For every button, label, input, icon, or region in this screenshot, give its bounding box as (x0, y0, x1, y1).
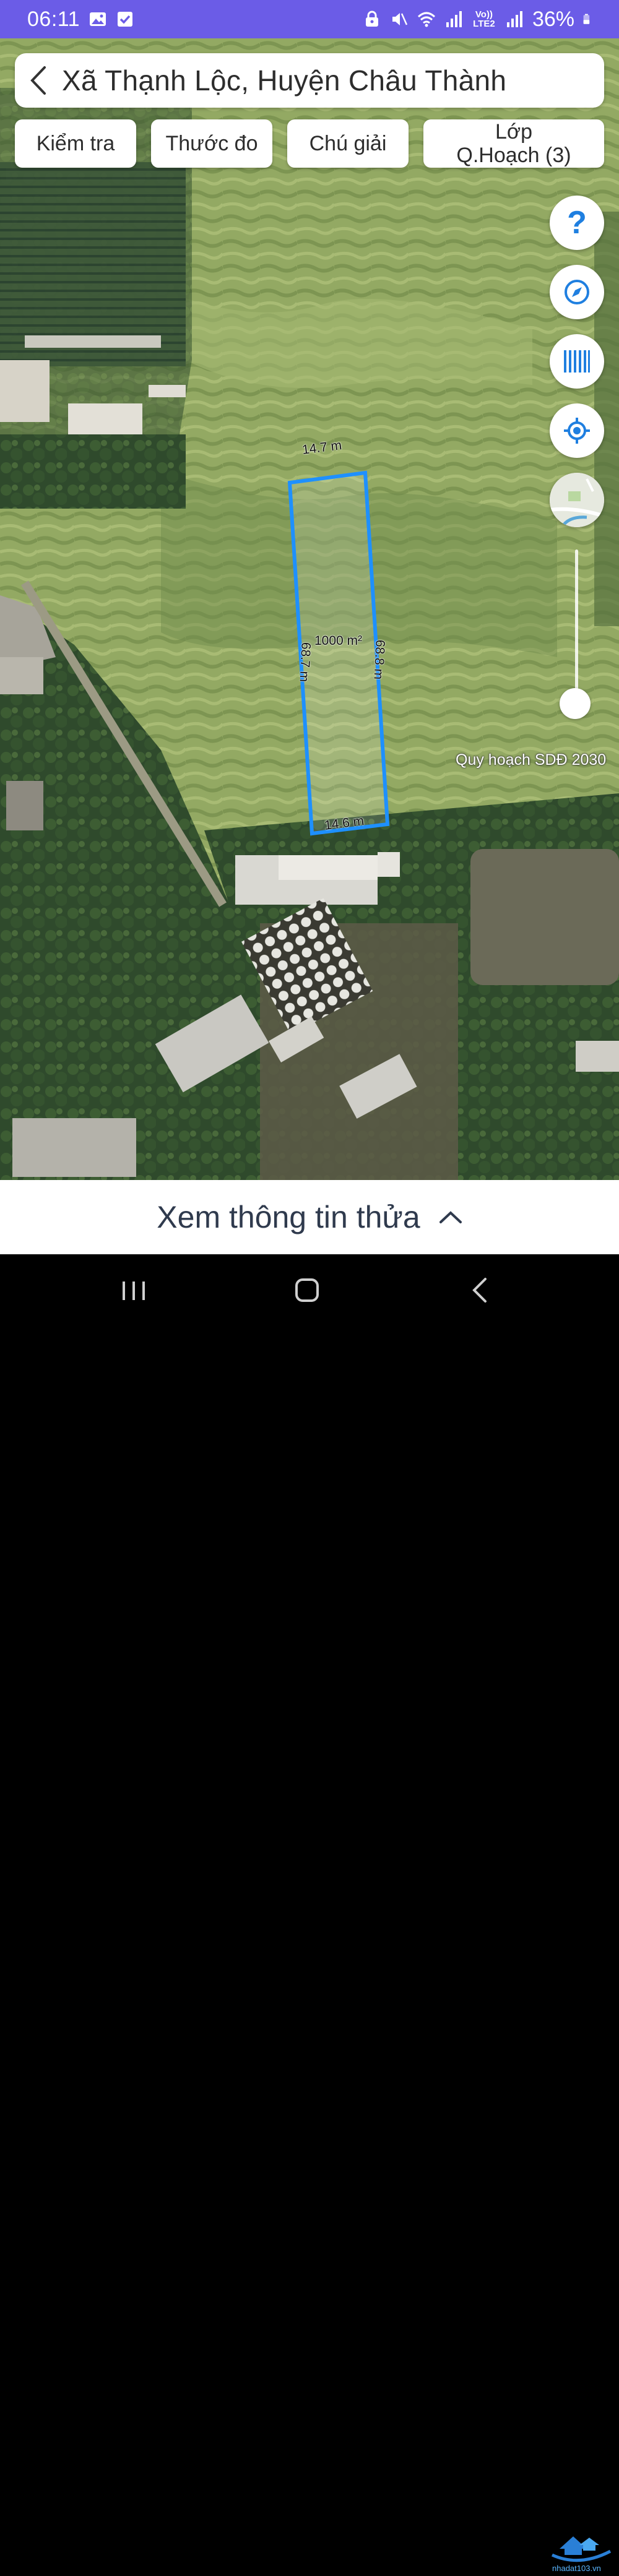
signal-icon-2 (506, 11, 522, 27)
location-header: Xã Thạnh Lộc, Huyện Châu Thành (15, 53, 604, 108)
barcode-button[interactable] (550, 334, 604, 389)
legend-chip-label: Chú giải (309, 132, 387, 155)
compass-button[interactable] (550, 265, 604, 319)
measure-chip[interactable]: Thước đo (151, 119, 272, 168)
satellite-imagery (0, 38, 619, 1180)
zoom-slider-thumb[interactable] (560, 688, 591, 719)
question-icon: ? (567, 205, 587, 241)
gallery-icon (90, 12, 106, 26)
compass-icon (565, 280, 589, 304)
back-icon[interactable] (462, 1272, 499, 1309)
help-button[interactable]: ? (550, 196, 604, 250)
watermark: nhadat103.vn (548, 2524, 614, 2576)
parcel-edge-right-label: 68.8 m (371, 639, 387, 680)
location-title: Xã Thạnh Lộc, Huyện Châu Thành (62, 64, 507, 97)
checkbox-icon (118, 12, 133, 27)
map-thumbnail-icon (550, 473, 604, 527)
barcode-icon (564, 350, 590, 373)
status-left: 06:11 (27, 7, 134, 32)
watermark-text: nhadat103.vn (552, 2564, 601, 2573)
lock-icon (365, 11, 378, 27)
check-chip-label: Kiểm tra (36, 132, 115, 155)
parcel-info-sheet[interactable]: Xem thông tin thửa (0, 1180, 619, 1254)
check-chip[interactable]: Kiểm tra (15, 119, 136, 168)
chevron-left-icon (30, 66, 46, 95)
watermark-logo (551, 2536, 612, 2562)
wifi-icon (417, 12, 435, 27)
mute-icon (392, 13, 408, 25)
map-type-button[interactable] (550, 473, 604, 527)
map-layer-caption: Quy hoạch SDĐ 2030 (456, 751, 607, 769)
battery-percent: 36% (532, 7, 574, 31)
zoom-slider-track[interactable] (575, 549, 578, 704)
status-right: Vo)) LTE2 36% (363, 7, 594, 32)
locate-button[interactable] (550, 403, 604, 458)
status-time: 06:11 (27, 7, 80, 31)
planning-layer-chip-label: Lớp Q.Hoạch (3) (456, 120, 571, 167)
recents-icon[interactable] (115, 1272, 152, 1309)
locate-icon (564, 418, 590, 444)
parcel-info-title: Xem thông tin thửa (157, 1200, 420, 1234)
planning-layer-chip[interactable]: Lớp Q.Hoạch (3) (423, 119, 604, 168)
satellite-map[interactable]: 14.7 m 1000 m² 68.7 m 68.8 m 14.6 m (0, 38, 619, 1180)
parcel-area-label: 1000 m² (314, 634, 363, 648)
status-bar: 06:11 Vo)) LTE2 36% (0, 0, 619, 38)
home-icon[interactable] (288, 1272, 326, 1309)
system-nav-bar: nhadat103.vn (0, 1254, 619, 2573)
parcel-edge-left-label: 68.7 m (297, 642, 313, 683)
battery-icon (583, 14, 590, 24)
measure-chip-label: Thước đo (165, 132, 258, 155)
signal-icon (446, 11, 462, 27)
network-label: Vo)) LTE2 (473, 9, 495, 29)
back-button[interactable] (15, 53, 62, 108)
legend-chip[interactable]: Chú giải (287, 119, 409, 168)
chevron-up-icon (439, 1211, 462, 1223)
